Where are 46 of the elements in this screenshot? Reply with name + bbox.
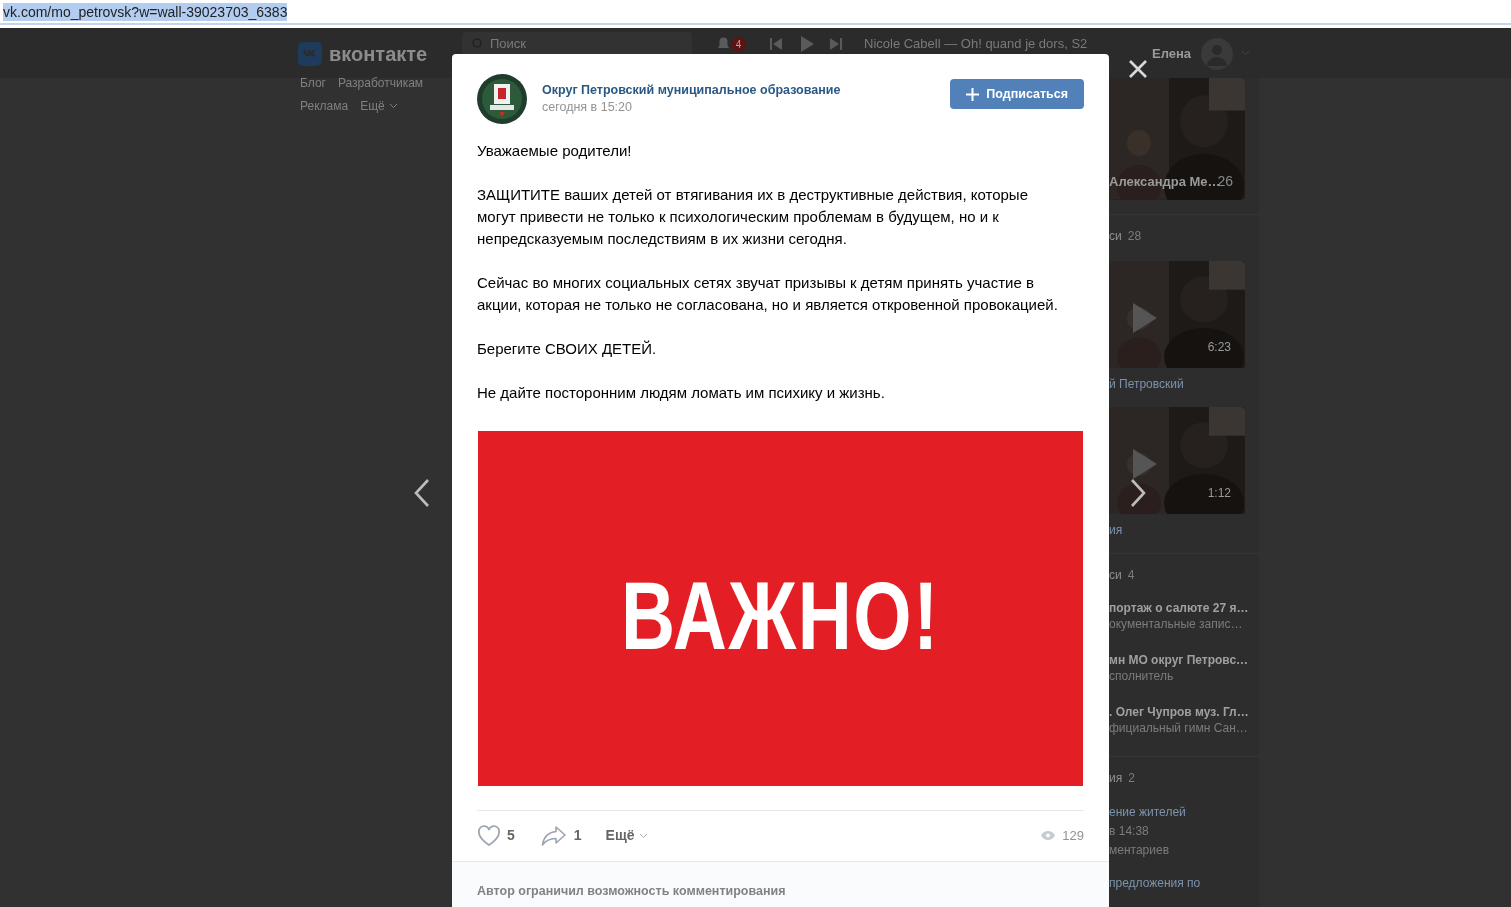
post-paragraph: Сейчас во многих социальных сетях звучат призывы к детям принять участие в акции, которая не только не согласована, но и является откровенной провокацией. bbox=[477, 273, 1059, 315]
video-duration: 1:12 bbox=[1207, 485, 1231, 502]
audio-title[interactable]: портаж о салюте 27 я… bbox=[1109, 600, 1259, 616]
share-count[interactable]: 1 bbox=[573, 825, 582, 846]
section-count: 28 bbox=[1127, 227, 1142, 245]
topic-title[interactable]: ение жителей bbox=[1109, 803, 1259, 822]
video-title[interactable]: ия bbox=[1109, 521, 1259, 539]
more-button[interactable]: Ещё bbox=[605, 825, 648, 846]
comments-disabled-note: Автор ограничил возможность комментирования bbox=[477, 884, 786, 898]
topic-title[interactable]: предложения по bbox=[1109, 874, 1259, 893]
user-name[interactable]: Елена bbox=[1152, 44, 1192, 64]
community-name[interactable]: Округ Петровский муниципальное образование bbox=[542, 82, 841, 98]
photo-count: 26 bbox=[1217, 171, 1233, 191]
audio-title[interactable]: . Олег Чупров муз. Гл… bbox=[1109, 704, 1259, 720]
image-text: ВАЖНО! bbox=[621, 567, 940, 664]
post-time[interactable]: сегодня в 15:20 bbox=[542, 98, 841, 116]
audio-artist: сполнитель bbox=[1109, 668, 1175, 684]
video-title[interactable]: й Петровский bbox=[1109, 374, 1259, 393]
section-count: 4 bbox=[1127, 567, 1135, 584]
post-paragraph: Берегите СВОИХ ДЕТЕЙ. bbox=[477, 339, 658, 359]
search-field[interactable]: Поиск bbox=[462, 32, 692, 56]
topic-meta: в 14:38 bbox=[1109, 823, 1150, 840]
section-title[interactable]: си bbox=[1109, 226, 1122, 245]
audio-title[interactable]: мн МО округ Петровс… bbox=[1109, 652, 1259, 668]
section-title[interactable]: ия bbox=[1109, 769, 1123, 787]
address-url[interactable]: vk.com/mo_petrovsk?w=wall-39023703_6383 bbox=[3, 2, 288, 21]
notification-badge: 4 bbox=[731, 37, 746, 52]
track-title[interactable]: Nicole Cabell — Oh! quand je dors, S2 bbox=[864, 36, 1088, 52]
audio-artist: фициальный гимн Сан… bbox=[1109, 720, 1249, 736]
footer-link[interactable]: Разработчикам bbox=[337, 74, 424, 92]
section-title[interactable]: си bbox=[1109, 566, 1122, 584]
like-count[interactable]: 5 bbox=[507, 825, 515, 846]
footer-link[interactable]: Реклама bbox=[300, 97, 349, 115]
subscribe-button[interactable]: Подписаться bbox=[950, 79, 1084, 109]
topic-meta: ментариев bbox=[1109, 842, 1170, 859]
section-count: 2 bbox=[1128, 770, 1135, 787]
view-count: 129 bbox=[1062, 826, 1084, 845]
video-duration: 6:23 bbox=[1207, 338, 1231, 356]
post-image[interactable]: ВАЖНО! bbox=[478, 431, 1083, 786]
post-paragraph: ЗАЩИТИТЕ ваших детей от втягивания их в деструктивные действия, которые могут привести не только к психологическим проблемам в будущем, но и к непредсказуемым последствиям в их жизни сегодня. bbox=[477, 185, 1029, 249]
post-paragraph: Не дайте посторонним людям ломать им психику и жизнь. bbox=[477, 383, 886, 403]
audio-artist: окументальные запис… bbox=[1109, 616, 1244, 632]
logo-text[interactable]: вконтакте bbox=[329, 39, 428, 69]
footer-link[interactable]: Ещё bbox=[360, 97, 385, 115]
footer-link[interactable]: Блог bbox=[300, 74, 326, 92]
post-paragraph: Уважаемые родители! bbox=[477, 141, 633, 161]
